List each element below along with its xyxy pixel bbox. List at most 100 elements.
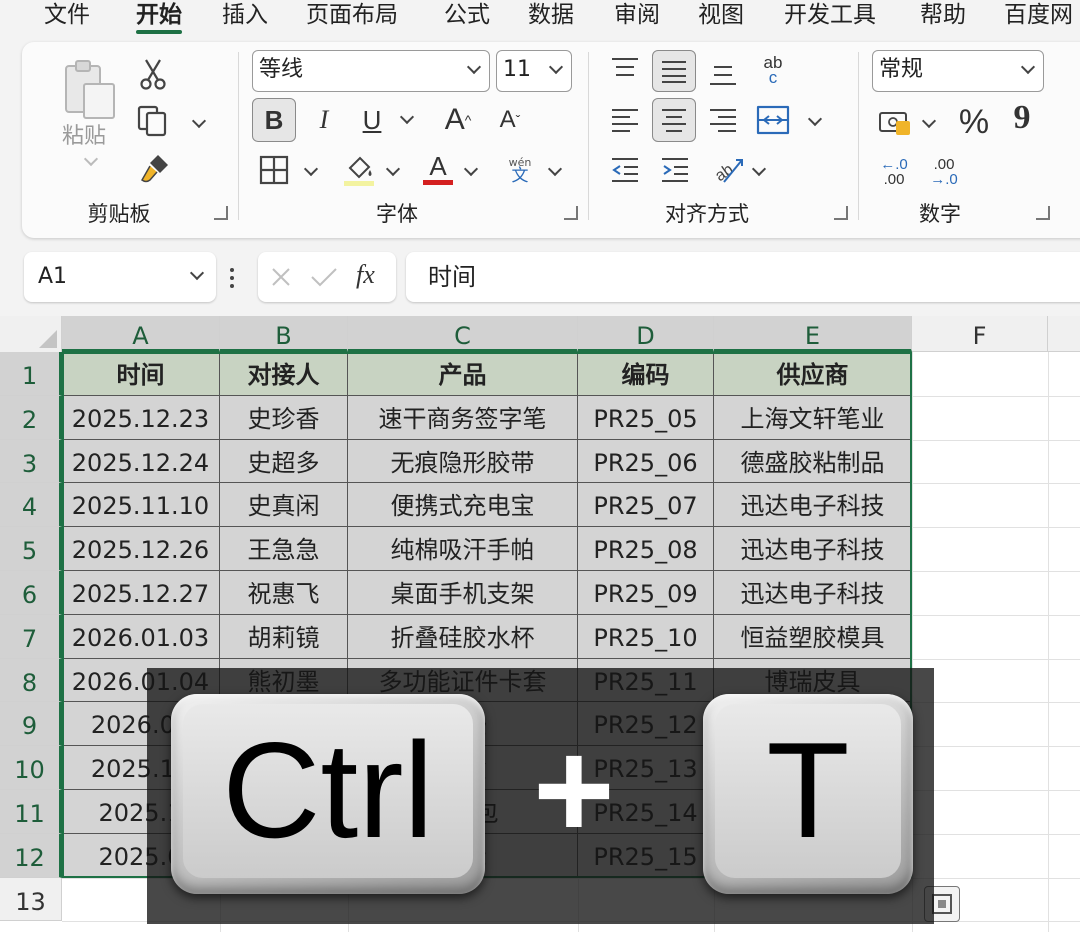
copy-icon[interactable]	[136, 104, 172, 138]
font-size-select[interactable]: 11	[496, 50, 572, 92]
orientation-dropdown-caret[interactable]	[751, 161, 767, 177]
tab-help[interactable]: 帮助	[920, 0, 966, 36]
table-cell[interactable]: PR25_07	[578, 483, 714, 528]
row-header-12[interactable]: 12	[0, 833, 62, 878]
cut-icon[interactable]	[138, 58, 168, 90]
tab-baidu[interactable]: 百度网	[1004, 0, 1073, 36]
table-cell[interactable]: PR25_06	[578, 439, 714, 484]
column-header-c[interactable]: C	[348, 316, 578, 352]
increase-indent-icon[interactable]	[660, 156, 690, 184]
select-all-button[interactable]	[0, 316, 62, 352]
table-cell[interactable]: 2025.11.10	[62, 483, 220, 528]
align-center-button[interactable]	[652, 98, 696, 142]
tab-review[interactable]: 审阅	[614, 0, 660, 36]
bold-button[interactable]: B	[252, 98, 296, 142]
insert-function-button[interactable]: fx	[356, 260, 375, 290]
format-painter-icon[interactable]	[138, 152, 172, 186]
table-cell[interactable]: 德盛胶粘制品	[714, 439, 912, 484]
table-cell[interactable]: 2025.12.23	[62, 395, 220, 440]
table-cell[interactable]: 胡莉镜	[220, 614, 348, 659]
table-cell[interactable]: 史真闲	[220, 483, 348, 528]
table-cell[interactable]: 2025.12.27	[62, 571, 220, 615]
chevron-down-icon[interactable]	[189, 265, 205, 281]
merge-center-icon[interactable]	[756, 104, 790, 136]
font-name-select[interactable]: 等线	[252, 50, 490, 92]
table-cell[interactable]: PR25_09	[578, 571, 714, 615]
table-cell[interactable]: 迅达电子科技	[714, 527, 912, 571]
formula-input[interactable]: 时间	[406, 252, 1080, 302]
table-cell[interactable]: 速干商务签字笔	[348, 395, 578, 440]
formula-bar-drag-handle[interactable]	[230, 264, 236, 290]
underline-button[interactable]: U	[354, 98, 390, 142]
table-cell[interactable]: 迅达电子科技	[714, 571, 912, 615]
clipboard-launcher-icon[interactable]	[214, 206, 228, 220]
table-cell[interactable]: PR25_08	[578, 527, 714, 571]
orientation-icon[interactable]: ab	[712, 152, 746, 186]
table-cell[interactable]: 上海文轩笔业	[714, 395, 912, 440]
borders-dropdown-caret[interactable]	[303, 161, 319, 177]
table-cell[interactable]: 2026.01.03	[62, 614, 220, 659]
tab-data[interactable]: 数据	[528, 0, 574, 36]
font-color-button[interactable]: A	[422, 150, 454, 186]
tab-insert[interactable]: 插入	[222, 0, 268, 36]
merge-dropdown-caret[interactable]	[807, 111, 823, 127]
row-header-4[interactable]: 4	[0, 483, 62, 528]
tab-file[interactable]: 文件	[44, 0, 90, 36]
align-middle-button[interactable]	[652, 50, 696, 92]
number-format-select[interactable]: 常规	[872, 50, 1044, 92]
table-header-cell[interactable]: 编码	[578, 352, 714, 396]
enter-check-icon[interactable]	[310, 266, 338, 288]
paste-dropdown-caret[interactable]	[83, 151, 99, 167]
column-header-b[interactable]: B	[220, 316, 348, 352]
comma-style-button[interactable]: 9	[1008, 98, 1036, 138]
fill-color-dropdown-caret[interactable]	[385, 161, 401, 177]
tab-page-layout[interactable]: 页面布局	[306, 0, 398, 36]
table-cell[interactable]: PR25_05	[578, 395, 714, 440]
row-header-6[interactable]: 6	[0, 571, 62, 615]
table-cell[interactable]: 迅达电子科技	[714, 483, 912, 528]
row-header-8[interactable]: 8	[0, 658, 62, 703]
table-cell[interactable]: 桌面手机支架	[348, 571, 578, 615]
column-header-f[interactable]: F	[912, 316, 1048, 352]
grow-font-button[interactable]: A ^	[438, 98, 478, 142]
font-launcher-icon[interactable]	[564, 206, 578, 220]
row-header-9[interactable]: 9	[0, 702, 62, 747]
column-header-d[interactable]: D	[578, 316, 714, 352]
decrease-decimal-button[interactable]: .00 →.0	[924, 152, 964, 192]
tab-developer[interactable]: 开发工具	[784, 0, 876, 36]
table-cell[interactable]: 纯棉吸汗手帕	[348, 527, 578, 571]
cancel-icon[interactable]	[270, 266, 292, 288]
underline-dropdown-caret[interactable]	[399, 109, 415, 125]
copy-dropdown-caret[interactable]	[191, 113, 207, 129]
align-bottom-icon[interactable]	[708, 62, 738, 88]
table-header-cell[interactable]: 供应商	[714, 352, 912, 396]
align-left-icon[interactable]	[610, 106, 640, 134]
table-cell[interactable]: 2025.12.24	[62, 439, 220, 484]
table-header-cell[interactable]: 时间	[62, 352, 220, 396]
shrink-font-button[interactable]: Aˇ	[492, 98, 528, 142]
font-color-dropdown-caret[interactable]	[463, 161, 479, 177]
number-launcher-icon[interactable]	[1036, 206, 1050, 220]
row-header-2[interactable]: 2	[0, 395, 62, 440]
row-header-7[interactable]: 7	[0, 614, 62, 659]
wrap-orientation-button[interactable]: ab c	[756, 52, 790, 88]
name-box[interactable]: A1	[24, 252, 216, 302]
column-header-a[interactable]: A	[62, 316, 220, 352]
fill-color-icon[interactable]	[342, 152, 376, 188]
column-header-e[interactable]: E	[714, 316, 912, 352]
row-header-10[interactable]: 10	[0, 746, 62, 790]
table-header-cell[interactable]: 对接人	[220, 352, 348, 396]
table-cell[interactable]: 折叠硅胶水杯	[348, 614, 578, 659]
row-header-1[interactable]: 1	[0, 352, 62, 396]
table-cell[interactable]: 无痕隐形胶带	[348, 439, 578, 484]
table-cell[interactable]: 便携式充电宝	[348, 483, 578, 528]
row-header-3[interactable]: 3	[0, 439, 62, 484]
table-cell[interactable]: 史超多	[220, 439, 348, 484]
table-cell[interactable]: 2025.12.26	[62, 527, 220, 571]
table-cell[interactable]: 史珍香	[220, 395, 348, 440]
table-cell[interactable]: PR25_10	[578, 614, 714, 659]
borders-icon[interactable]	[258, 154, 290, 186]
row-header-13[interactable]: 13	[0, 877, 62, 922]
decrease-indent-icon[interactable]	[610, 156, 640, 184]
table-cell[interactable]: 王急急	[220, 527, 348, 571]
